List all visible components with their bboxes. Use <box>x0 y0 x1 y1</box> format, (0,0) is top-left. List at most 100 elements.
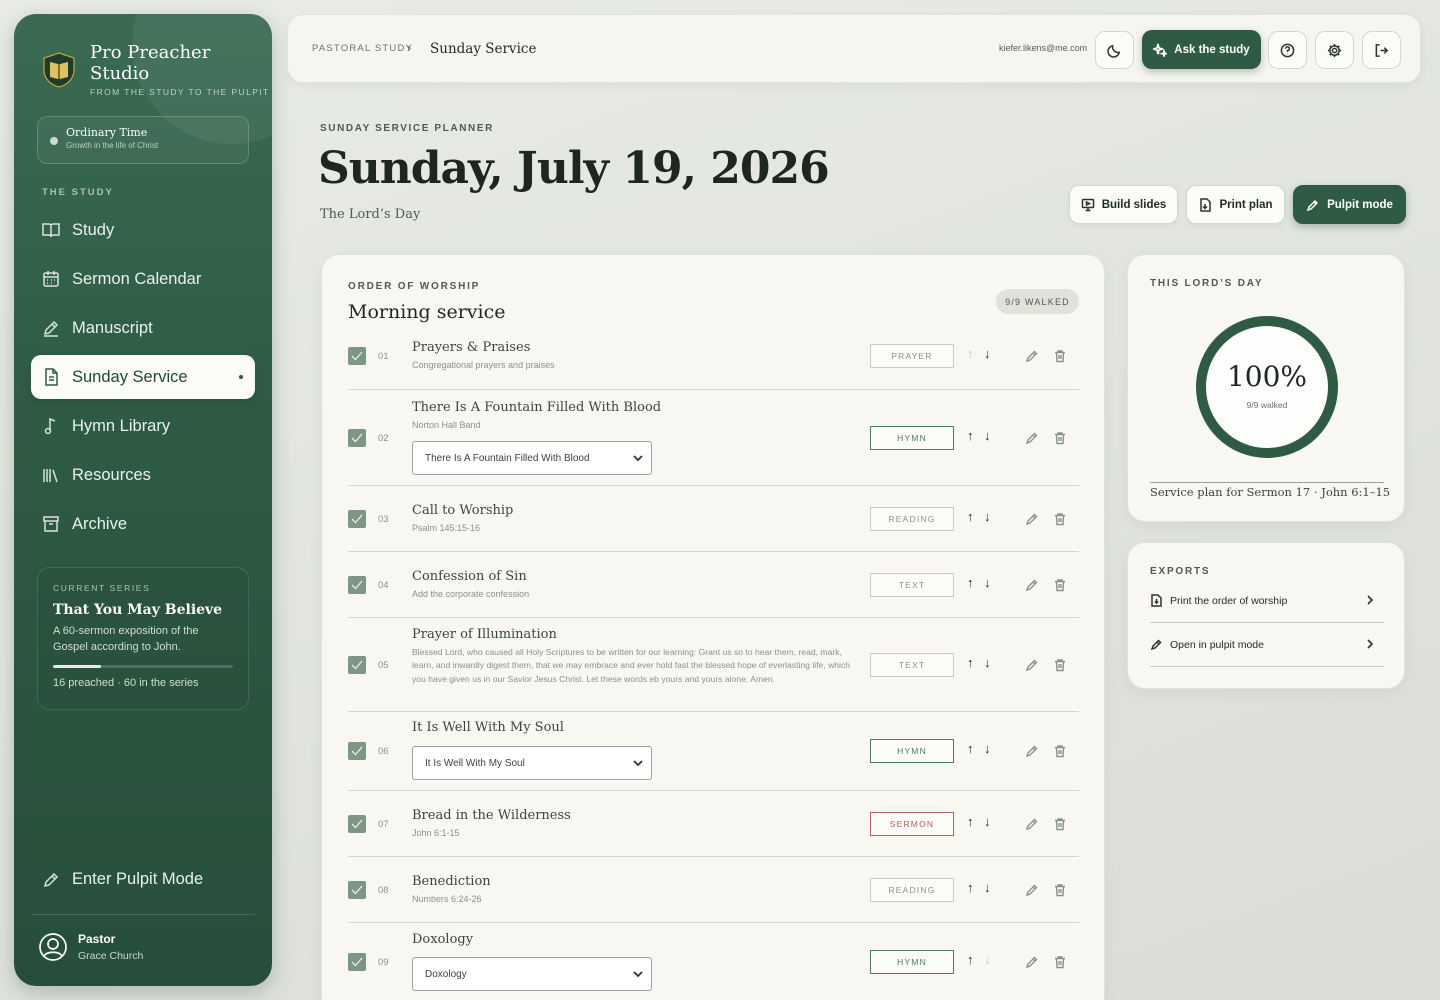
print-plan-button[interactable]: Print plan <box>1186 185 1285 224</box>
export-open-pulpit-link[interactable]: Open in pulpit mode <box>1150 623 1384 667</box>
sidebar-item-resources[interactable]: Resources <box>31 453 255 497</box>
item-type-tag: HYMN <box>870 950 954 974</box>
chevron-down-icon <box>633 971 643 978</box>
worship-item-row[interactable]: 08 Benediction Numbers 6:24-26 READING ↑… <box>348 857 1079 923</box>
move-up-arrow-icon[interactable]: ↑ <box>967 509 974 524</box>
export-print-order-link[interactable]: Print the order of worship <box>1150 579 1384 623</box>
worship-item-row[interactable]: 09 Doxology Doxology HYMN ↑ ↓ <box>348 923 1079 1000</box>
item-checkbox[interactable] <box>348 815 366 833</box>
hymn-select[interactable]: Doxology <box>412 957 652 991</box>
brand[interactable]: Pro Preacher Studio FROM THE STUDY TO TH… <box>42 42 270 97</box>
item-title: There Is A Fountain Filled With Blood <box>412 400 662 415</box>
sidebar-item-manuscript[interactable]: Manuscript <box>31 306 255 350</box>
book-open-icon <box>42 223 60 238</box>
move-down-arrow-icon[interactable]: ↓ <box>984 814 991 829</box>
sidebar-item-study[interactable]: Study <box>31 208 255 252</box>
hymn-select[interactable]: There Is A Fountain Filled With Blood <box>412 441 652 475</box>
worship-item-row[interactable]: 01 Prayers & Praises Congregational pray… <box>348 339 1079 390</box>
item-checkbox[interactable] <box>348 953 366 971</box>
trash-icon[interactable] <box>1053 578 1067 592</box>
trash-icon[interactable] <box>1053 512 1067 526</box>
archive-box-icon <box>43 516 59 532</box>
export-item-label: Open in pulpit mode <box>1170 638 1264 651</box>
document-icon <box>45 368 58 386</box>
trash-icon[interactable] <box>1053 349 1067 363</box>
move-down-arrow-icon[interactable]: ↓ <box>984 509 991 524</box>
move-up-arrow-icon[interactable]: ↑ <box>967 741 974 756</box>
item-checkbox[interactable] <box>348 510 366 528</box>
item-subtitle: Add the corporate confession <box>412 589 530 599</box>
item-checkbox[interactable] <box>348 656 366 674</box>
move-down-arrow-icon[interactable]: ↓ <box>984 655 991 670</box>
trash-icon[interactable] <box>1053 817 1067 831</box>
item-subtitle: Congregational prayers and praises <box>412 360 555 370</box>
order-title: Morning service <box>348 301 506 323</box>
trash-icon[interactable] <box>1053 658 1067 672</box>
pulpit-mode-button[interactable]: Pulpit mode <box>1293 185 1406 224</box>
worship-item-row[interactable]: 06 It Is Well With My Soul It Is Well Wi… <box>348 712 1079 791</box>
worship-item-row[interactable]: 05 Prayer of Illumination Blessed Lord, … <box>348 618 1079 712</box>
sidebar-item-archive[interactable]: Archive <box>31 502 255 546</box>
edit-pencil-icon[interactable] <box>1025 578 1039 592</box>
trash-icon[interactable] <box>1053 744 1067 758</box>
edit-pencil-icon[interactable] <box>1025 955 1039 969</box>
build-slides-button[interactable]: Build slides <box>1069 185 1178 224</box>
move-up-arrow-icon[interactable]: ↑ <box>967 655 974 670</box>
sidebar-item-hymn-library[interactable]: Hymn Library <box>31 404 255 448</box>
move-down-arrow-icon[interactable]: ↓ <box>984 575 991 590</box>
item-checkbox[interactable] <box>348 347 366 365</box>
checkmark-icon <box>351 746 363 756</box>
worship-item-row[interactable]: 02 There Is A Fountain Filled With Blood… <box>348 390 1079 486</box>
move-up-arrow-icon[interactable]: ↑ <box>967 428 974 443</box>
liturgical-season[interactable]: Ordinary Time Growth in the life of Chri… <box>37 116 249 164</box>
edit-pencil-icon[interactable] <box>1025 431 1039 445</box>
worship-item-row[interactable]: 03 Call to Worship Psalm 145:15-16 READI… <box>348 486 1079 552</box>
move-up-arrow-icon[interactable]: ↑ <box>967 575 974 590</box>
walked-badge: 9/9 WALKED <box>996 289 1079 314</box>
move-down-arrow-icon[interactable]: ↓ <box>984 428 991 443</box>
breadcrumb-root[interactable]: PASTORAL STUDY <box>312 43 413 54</box>
chevron-down-icon <box>633 455 643 462</box>
brand-name-line2: Studio <box>90 63 150 84</box>
dark-mode-toggle-button[interactable] <box>1095 31 1134 69</box>
trash-icon[interactable] <box>1053 431 1067 445</box>
edit-pencil-icon[interactable] <box>1025 744 1039 758</box>
sidebar-item-sunday-service[interactable]: Sunday Service <box>31 355 255 399</box>
edit-pencil-icon[interactable] <box>1025 883 1039 897</box>
edit-pencil-icon[interactable] <box>1025 512 1039 526</box>
move-up-arrow-icon[interactable]: ↑ <box>967 880 974 895</box>
ask-the-study-button[interactable]: Ask the study <box>1142 30 1261 69</box>
item-checkbox[interactable] <box>348 742 366 760</box>
move-up-arrow-icon[interactable]: ↑ <box>967 814 974 829</box>
move-down-arrow-icon[interactable]: ↓ <box>984 741 991 756</box>
enter-pulpit-mode-label: Enter Pulpit Mode <box>72 870 204 888</box>
sidebar-item-sermon-calendar[interactable]: Sermon Calendar <box>31 257 255 301</box>
hymn-select[interactable]: It Is Well With My Soul <box>412 746 652 780</box>
item-checkbox[interactable] <box>348 576 366 594</box>
trash-icon[interactable] <box>1053 883 1067 897</box>
move-up-arrow-icon[interactable]: ↑ <box>967 952 974 967</box>
trash-icon[interactable] <box>1053 955 1067 969</box>
user-profile[interactable]: Pastor Grace Church <box>38 932 143 962</box>
edit-pencil-icon[interactable] <box>1025 658 1039 672</box>
enter-pulpit-mode-link[interactable]: Enter Pulpit Mode <box>42 870 203 889</box>
sign-out-button[interactable] <box>1362 31 1401 69</box>
item-checkbox[interactable] <box>348 429 366 447</box>
item-subtitle: Numbers 6:24-26 <box>412 894 482 904</box>
worship-item-row[interactable]: 07 Bread in the Wilderness John 6:1-15 S… <box>348 791 1079 857</box>
edit-pencil-icon[interactable] <box>1025 349 1039 363</box>
item-checkbox[interactable] <box>348 881 366 899</box>
edit-pencil-icon[interactable] <box>1025 817 1039 831</box>
item-type-tag: TEXT <box>870 573 954 597</box>
move-down-arrow-icon[interactable]: ↓ <box>984 346 991 361</box>
current-series-card[interactable]: CURRENT SERIES That You May Believe A 60… <box>37 567 249 710</box>
move-down-arrow-icon[interactable]: ↓ <box>984 880 991 895</box>
worship-item-row[interactable]: 04 Confession of Sin Add the corporate c… <box>348 552 1079 618</box>
pen-icon <box>43 872 59 887</box>
item-title: Prayers & Praises <box>412 340 531 355</box>
chevron-right-icon <box>1367 595 1374 605</box>
item-prayer-text: Blessed Lord, who caused all Holy Script… <box>412 647 851 684</box>
item-number: 07 <box>378 819 389 830</box>
help-button[interactable] <box>1268 31 1307 69</box>
settings-button[interactable] <box>1315 31 1354 69</box>
